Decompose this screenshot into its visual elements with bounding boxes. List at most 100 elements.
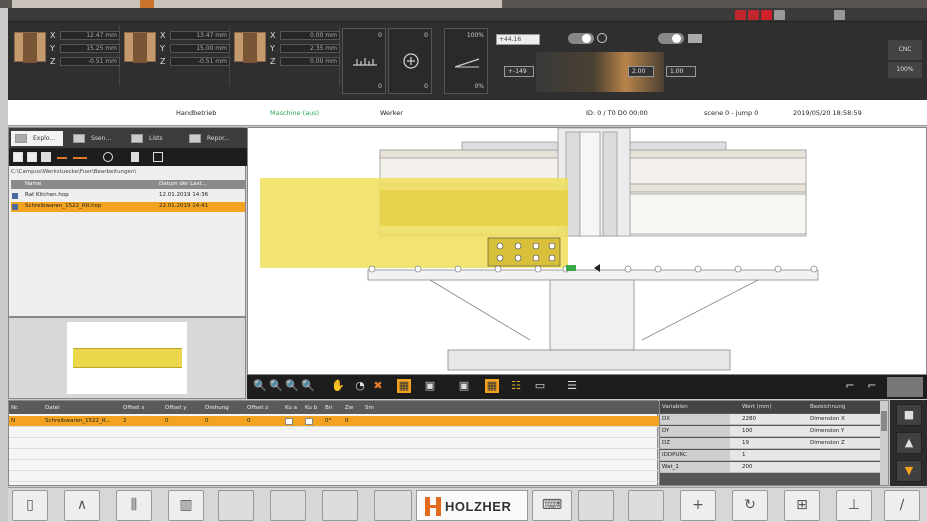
machine-icon[interactable]: ⊥ [836, 490, 872, 521]
param-value[interactable]: 19 [742, 440, 749, 446]
empty-button[interactable] [218, 490, 254, 521]
edit-icon[interactable]: ∕ [884, 490, 920, 521]
parameters-scrollbar[interactable] [880, 401, 888, 485]
column-header-rotation[interactable]: Drehung [205, 405, 229, 411]
tab-scenes[interactable]: Ssen... [69, 131, 121, 146]
column-header-nr[interactable]: Nr. [11, 405, 19, 411]
column-header-name[interactable]: Name [25, 181, 41, 187]
column-header-variable[interactable]: Variablen [662, 404, 688, 410]
arrow-icon[interactable] [73, 157, 87, 159]
column-header-bri[interactable]: Bri [325, 405, 333, 411]
pdf-icon[interactable] [761, 10, 772, 20]
zoom-fit-icon[interactable]: 🔍 [285, 379, 299, 393]
view-side-icon[interactable]: ▣ [457, 379, 471, 393]
param-value[interactable]: 1 [742, 452, 746, 458]
lock-icon[interactable] [834, 10, 845, 20]
comment-icon[interactable]: ■ [896, 404, 922, 426]
delete-icon[interactable] [131, 152, 139, 162]
open-folder-icon[interactable] [27, 152, 37, 162]
scrollbar-thumb[interactable] [881, 411, 887, 431]
empty-button[interactable] [628, 490, 664, 521]
column-header-offset-y[interactable]: Offset y [165, 405, 187, 411]
tool-settings-icon[interactable]: ✖ [371, 379, 385, 393]
tab-lists[interactable]: Lists [127, 131, 179, 146]
param-row[interactable]: DY 100 Dimension Y [660, 426, 882, 437]
door-icon[interactable]: ▯ [12, 490, 48, 521]
column-header-value[interactable]: Wert (mm) [742, 404, 772, 410]
save-icon[interactable] [774, 10, 785, 20]
column-header-file[interactable]: Datei [45, 405, 60, 411]
list-view-icon[interactable]: ☰ [565, 379, 579, 393]
tools-icon[interactable]: ⫼ [116, 490, 152, 521]
param-value[interactable]: 2280 [742, 416, 756, 422]
empty-button[interactable] [322, 490, 358, 521]
zoom-out-icon[interactable]: 🔍 [269, 379, 283, 393]
dimension-icon[interactable]: ⌐ [839, 379, 861, 393]
tab-reports[interactable]: Repor... [185, 131, 243, 146]
new-file-icon[interactable] [13, 152, 23, 162]
keyboard-icon[interactable]: ⌨ [532, 490, 572, 521]
measure-icon[interactable]: ▭ [533, 379, 547, 393]
param-row[interactable]: IDDPURC 1 [660, 450, 882, 461]
cell-bri: 0° [325, 418, 332, 424]
position-input[interactable]: +44.16 [496, 34, 540, 45]
rotate-view-icon[interactable]: ◔ [353, 379, 367, 393]
file-row-selected[interactable]: Schreibwaren_1522_RR.hop 22.01.2019 14:4… [11, 202, 245, 212]
view-options-button[interactable] [887, 377, 923, 397]
save-file-icon[interactable] [41, 152, 51, 162]
program-row-empty[interactable] [9, 449, 659, 460]
toggle-switch-1[interactable] [568, 33, 594, 44]
column-header-sm[interactable]: Sm [365, 405, 374, 411]
column-header-zw[interactable]: Zw [345, 405, 353, 411]
column-header-offset-z[interactable]: Offset z [247, 405, 268, 411]
program-row-empty[interactable] [9, 427, 659, 438]
column-header-ku-a[interactable]: Ku a [285, 405, 297, 411]
view-3d-icon[interactable]: ▦ [485, 379, 499, 393]
param-description: Dimension Y [810, 428, 845, 434]
param-value[interactable]: 100 [742, 428, 753, 434]
filter-icon[interactable]: ▼ [896, 460, 922, 482]
zoom-window-icon[interactable]: 🔍 [301, 379, 315, 393]
empty-button[interactable] [270, 490, 306, 521]
grid-icon[interactable]: ☷ [509, 379, 523, 393]
refresh-icon[interactable] [103, 152, 113, 162]
program-row-selected[interactable]: N Schreibwaren_1522_R... 2 0 0 0 0° 0 [9, 416, 659, 427]
add-icon[interactable]: + [680, 490, 716, 521]
warning-icon[interactable]: ▲ [896, 432, 922, 454]
add-part-icon[interactable]: ⊞ [784, 490, 820, 521]
refresh-icon[interactable]: ↻ [732, 490, 768, 521]
dimension-alt-icon[interactable]: ⌐ [861, 379, 883, 393]
column-header-offset-x[interactable]: Offset x [123, 405, 145, 411]
layer-toggle-icon[interactable]: ▦ [397, 379, 411, 393]
view-front-icon[interactable]: ▣ [423, 379, 437, 393]
column-header-ku-b[interactable]: Ku b [305, 405, 317, 411]
param-row[interactable]: DX 2280 Dimension X [660, 414, 882, 425]
empty-button[interactable] [374, 490, 412, 521]
column-header-date[interactable]: Datum der Last... [159, 181, 207, 187]
feed-value-field[interactable]: 1.00 [666, 66, 696, 77]
column-header-description[interactable]: Bezeichnung [810, 404, 845, 410]
param-value[interactable]: 200 [742, 464, 753, 470]
print-icon[interactable] [748, 10, 759, 20]
toggle-switch-2[interactable] [658, 33, 684, 44]
program-row-empty[interactable] [9, 471, 659, 482]
checkbox-ku-a[interactable] [285, 418, 293, 425]
param-row[interactable]: Wat_1 200 [660, 462, 882, 473]
compass-icon[interactable]: ∧ [64, 490, 100, 521]
program-row-empty[interactable] [9, 460, 659, 471]
file-row[interactable]: Rat Kitchen.hop 12.01.2019 14:36 [11, 191, 245, 201]
machine-view-canvas[interactable] [247, 127, 927, 375]
grid-view-icon[interactable] [153, 152, 163, 162]
pan-icon[interactable]: ✋ [331, 379, 345, 393]
tab-explorer[interactable]: Explo... [11, 131, 63, 146]
program-row-empty[interactable] [9, 438, 659, 449]
cut-icon[interactable] [57, 157, 67, 159]
empty-button[interactable] [578, 490, 614, 521]
offset-input[interactable]: +-149 [504, 66, 534, 77]
zoom-in-icon[interactable]: 🔍 [253, 379, 267, 393]
panel-icon[interactable]: ▥ [168, 490, 204, 521]
info-icon[interactable] [735, 10, 746, 20]
cnc-mode-label[interactable]: CNC [888, 40, 922, 60]
param-row[interactable]: DZ 19 Dimension Z [660, 438, 882, 449]
checkbox-ku-b[interactable] [305, 418, 313, 425]
